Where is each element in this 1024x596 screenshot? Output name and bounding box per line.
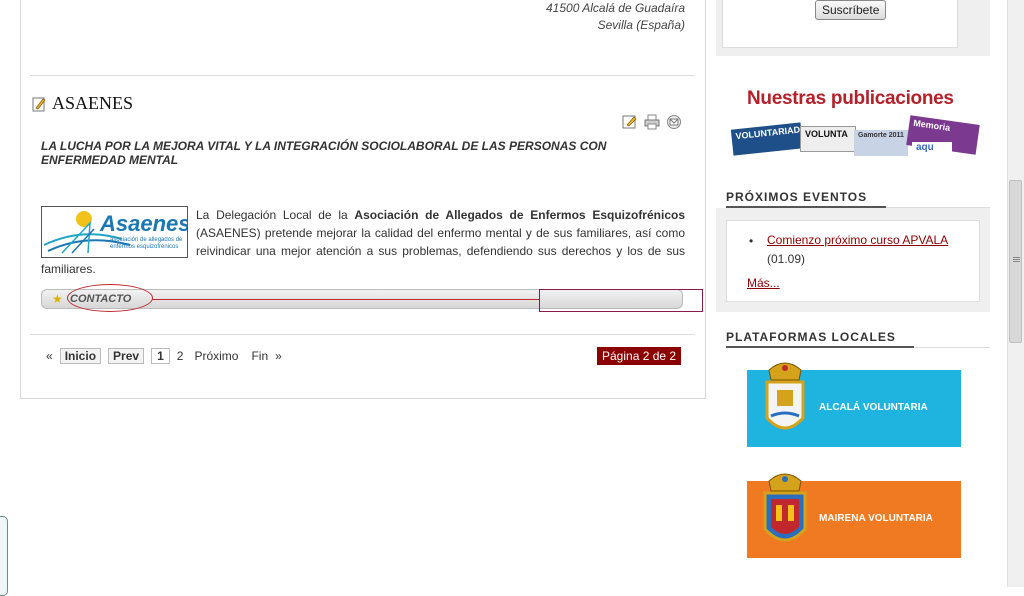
alcala-crest-icon	[765, 362, 805, 430]
main-content: 41500 Alcalá de Guadaíra Sevilla (España…	[20, 0, 706, 399]
address-line1: 41500 Alcalá de Guadaíra	[546, 1, 685, 15]
edit-icon[interactable]	[622, 114, 638, 133]
divider	[30, 75, 695, 76]
article-subtitle: LA LUCHA POR LA MEJORA VITAL Y LA INTEGR…	[41, 139, 607, 167]
pager-next-arrow: »	[275, 349, 282, 363]
alcala-label: ALCALÁ VOLUNTARIA	[819, 402, 928, 413]
alcala-banner[interactable]: ALCALÁ VOLUNTARIA	[747, 362, 961, 447]
events-title: PRÓXIMOS EVENTOS	[726, 190, 868, 204]
article-tools	[622, 114, 682, 133]
pager-page-2[interactable]: 2	[177, 349, 184, 363]
platforms-underline	[726, 346, 914, 348]
cover-2: VOLUNTA	[800, 126, 856, 152]
scrollbar-thumb[interactable]	[1009, 180, 1022, 343]
event-link[interactable]: Comienzo próximo curso APVALA	[767, 233, 948, 247]
star-icon: ★	[52, 292, 63, 306]
publications-covers[interactable]: VOLUNTARIADO VOLUNTA Gamorte 2011 Memori…	[730, 114, 982, 156]
asaenes-logo: Asaenes asociación de allegados de enfer…	[41, 206, 188, 258]
contact-bar[interactable]: ★ CONTACTO	[41, 284, 703, 312]
article-title-text: ASAENES	[52, 93, 134, 113]
pager-prev[interactable]: Prev	[108, 348, 145, 364]
more-events-link[interactable]: Más...	[747, 276, 780, 290]
highlight-line	[152, 299, 540, 300]
highlight-box	[539, 289, 703, 312]
cover-5: aqu	[912, 142, 952, 154]
article-icon	[32, 96, 46, 112]
divider	[30, 334, 695, 335]
body-pre: La Delegación Local de la	[196, 208, 355, 222]
email-icon[interactable]	[666, 114, 682, 133]
pager-next[interactable]: Próximo	[194, 349, 238, 363]
cover-3: Gamorte 2011	[854, 130, 908, 156]
pager-prev-arrow: «	[46, 349, 53, 363]
logo-text: Asaenes	[100, 211, 188, 236]
pager-end[interactable]: Fin	[251, 349, 268, 363]
address-line2: Sevilla (España)	[597, 18, 685, 32]
highlight-oval	[67, 284, 153, 312]
address-block: 41500 Alcalá de Guadaíra Sevilla (España…	[546, 0, 685, 34]
cover-1: VOLUNTARIADO	[730, 122, 808, 156]
event-bullet: •	[749, 234, 754, 248]
body-bold: Asociación de Allegados de Enfermos Esqu…	[354, 208, 685, 222]
logo-tagline: asociación de allegados de enfermos esqu…	[110, 237, 183, 250]
event-date: (01.09)	[767, 252, 806, 266]
pager-start[interactable]: Inicio	[59, 348, 102, 364]
print-icon[interactable]	[644, 114, 660, 133]
subscribe-button[interactable]: Suscríbete	[815, 0, 887, 20]
mairena-label: MAIRENA VOLUNTARIA	[819, 513, 933, 524]
mairena-crest-icon	[763, 473, 807, 542]
mairena-banner[interactable]: MAIRENA VOLUNTARIA	[747, 473, 961, 558]
page-status: Página 2 de 2	[597, 347, 682, 365]
publications-title[interactable]: Nuestras publicaciones	[747, 88, 954, 110]
article-title[interactable]: ASAENES	[32, 93, 133, 114]
platforms-title: PLATAFORMAS LOCALES	[726, 330, 896, 344]
pager-page-1[interactable]: 1	[151, 348, 170, 364]
pagination: « Inicio Prev 1 2 Próximo Fin »	[46, 348, 282, 364]
scrollbar-grip	[1013, 257, 1020, 258]
window-edge	[0, 516, 8, 596]
